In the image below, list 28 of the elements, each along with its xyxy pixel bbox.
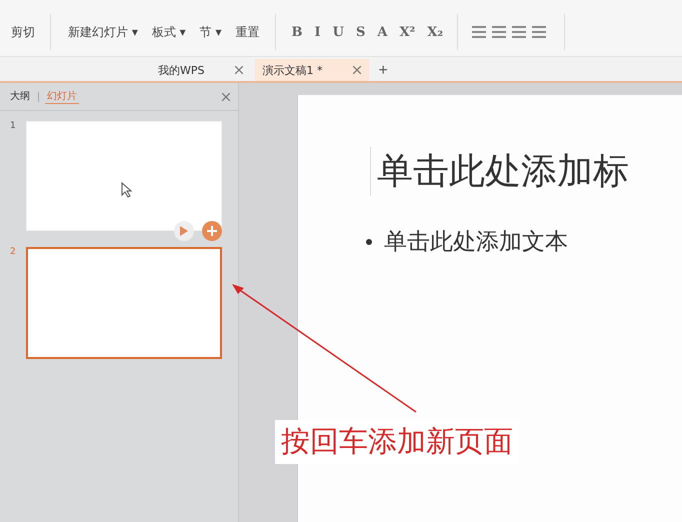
document-tab[interactable]: 演示文稿1 * <box>254 59 368 81</box>
ribbon-button[interactable]: 重置 <box>232 22 263 42</box>
add-icon[interactable] <box>202 221 222 241</box>
slide-number: 2 <box>10 247 17 259</box>
bullet-icon <box>366 238 372 244</box>
close-icon[interactable] <box>222 92 230 100</box>
slide-number: 1 <box>10 121 17 133</box>
format-button[interactable]: A <box>375 22 390 42</box>
slide-title-placeholder[interactable]: 单击此处添加标 <box>370 147 682 196</box>
panel-tab[interactable]: 大纲 <box>8 89 32 104</box>
format-button[interactable]: B <box>290 22 305 42</box>
cursor-icon <box>121 182 133 198</box>
ribbon-button[interactable]: 剪切 <box>8 22 38 42</box>
ribbon-button[interactable]: 板式 ▾ <box>148 22 189 42</box>
format-button[interactable]: S <box>354 22 368 42</box>
slide-thumbnail[interactable] <box>26 247 222 359</box>
document-tab[interactable]: 我的WPS <box>150 59 250 81</box>
ribbon-button[interactable]: 节 ▾ <box>196 22 225 42</box>
format-button[interactable]: I <box>312 22 323 42</box>
play-icon[interactable] <box>174 221 194 241</box>
ribbon-button[interactable]: 新建幻灯片 ▾ <box>65 22 141 42</box>
close-icon[interactable] <box>234 66 242 74</box>
new-tab-button[interactable]: + <box>372 61 394 81</box>
format-button[interactable]: U <box>330 22 346 42</box>
format-button[interactable]: X² <box>397 22 418 42</box>
format-button[interactable]: X₂ <box>425 22 446 42</box>
slide-bullet-placeholder[interactable]: 单击此处添加文本 <box>384 226 568 257</box>
close-icon[interactable] <box>352 66 360 74</box>
